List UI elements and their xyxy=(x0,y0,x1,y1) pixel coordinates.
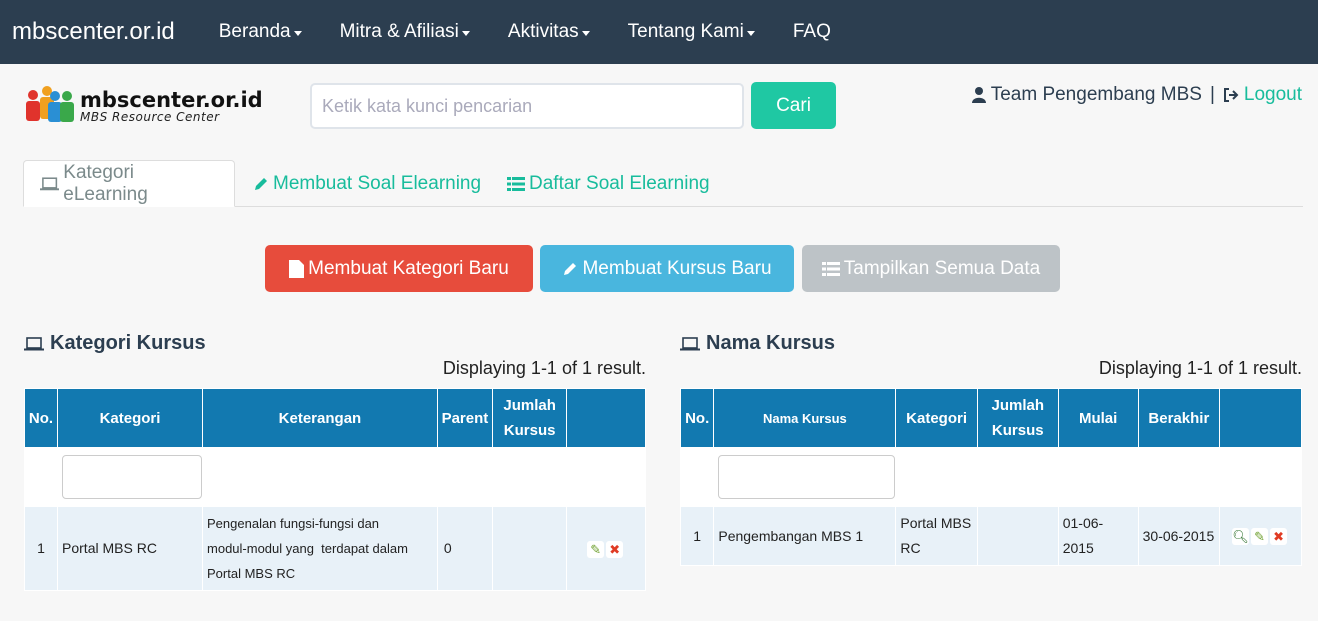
kursus-summary: Displaying 1-1 of 1 result. xyxy=(1098,358,1302,378)
nav-item-faq[interactable]: FAQ xyxy=(793,21,831,43)
filter-row xyxy=(23,447,646,507)
col-no: No. xyxy=(679,388,715,448)
user-area: Team Pengembang MBS | Logout xyxy=(971,84,1302,106)
caret-down-icon xyxy=(581,30,590,36)
cell-keterangan: Pengenalan fungsi-fungsi dan modul-modul… xyxy=(202,506,438,591)
logo-subtitle: MBS Resource Center xyxy=(80,109,220,124)
col-actions xyxy=(566,388,646,448)
kategori-table: No. Kategori Keterangan Parent Jumlah Ku… xyxy=(23,388,646,591)
col-jumlah-kursus[interactable]: Jumlah Kursus xyxy=(976,388,1059,448)
col-jumlah-kursus[interactable]: Jumlah Kursus xyxy=(491,388,568,448)
list-icon xyxy=(821,261,840,276)
kursus-table: No. Nama Kursus Kategori Jumlah Kursus M… xyxy=(679,388,1302,566)
laptop-icon xyxy=(24,336,44,350)
filter-row xyxy=(679,447,1302,507)
caret-down-icon xyxy=(461,30,470,36)
tab-daftar-soal[interactable]: Daftar Soal Elearning xyxy=(491,160,726,207)
kategori-filter-input[interactable] xyxy=(62,455,203,499)
cell-kategori: Portal MBS RC xyxy=(57,506,204,591)
cell-jumlah xyxy=(976,506,1059,566)
col-nama-kursus[interactable]: Nama Kursus xyxy=(713,388,897,448)
col-mulai[interactable]: Mulai xyxy=(1057,388,1139,448)
col-parent[interactable]: Parent xyxy=(436,388,493,448)
cell-jumlah xyxy=(491,506,568,591)
navbar-brand[interactable]: mbscenter.or.id xyxy=(12,18,175,46)
cell-kategori: Portal MBS RC xyxy=(895,506,978,566)
cell-actions: ✎ ✖ xyxy=(566,506,646,591)
col-berakhir[interactable]: Berakhir xyxy=(1137,388,1221,448)
user-icon xyxy=(971,87,986,103)
tab-kategori-elearning[interactable]: Kategori eLearning xyxy=(23,160,235,207)
col-actions xyxy=(1219,388,1302,448)
col-kategori[interactable]: Kategori xyxy=(57,388,204,448)
table-row: 1 Pengembangan MBS 1 Portal MBS RC 01-06… xyxy=(679,506,1302,566)
edit-icon[interactable]: ✎ xyxy=(1251,528,1269,546)
edit-icon[interactable]: ✎ xyxy=(587,540,605,558)
page-header: mbscenter.or.id MBS Resource Center Cari… xyxy=(0,64,1318,160)
laptop-icon xyxy=(680,336,700,350)
file-icon xyxy=(289,259,305,278)
cell-berakhir: 30-06-2015 xyxy=(1137,506,1221,566)
table-row: 1 Portal MBS RC Pengenalan fungsi-fungsi… xyxy=(23,506,646,591)
new-course-button[interactable]: Membuat Kursus Baru xyxy=(540,245,794,292)
nav-item-beranda[interactable]: Beranda xyxy=(219,21,302,43)
people-logo-icon xyxy=(26,86,74,122)
cell-nama-kursus: Pengembangan MBS 1 xyxy=(713,506,897,566)
kursus-panel-title: Nama Kursus xyxy=(680,332,835,355)
search-button[interactable]: Cari xyxy=(751,82,836,129)
col-keterangan[interactable]: Keterangan xyxy=(202,388,438,448)
tab-bar: Kategori eLearning Membuat Soal Elearnin… xyxy=(23,160,1303,207)
pencil-icon xyxy=(564,262,577,275)
separator: | xyxy=(1209,84,1215,105)
site-logo[interactable]: mbscenter.or.id MBS Resource Center xyxy=(24,84,263,128)
logout-link[interactable]: Logout xyxy=(1244,84,1302,106)
new-category-button[interactable]: Membuat Kategori Baru xyxy=(265,245,533,292)
col-no: No. xyxy=(23,388,59,448)
top-navbar: mbscenter.or.id Beranda Mitra & Afiliasi… xyxy=(0,0,1318,64)
delete-icon[interactable]: ✖ xyxy=(606,540,624,558)
kategori-panel-title: Kategori Kursus xyxy=(24,332,206,355)
nav-item-aktivitas[interactable]: Aktivitas xyxy=(508,21,590,43)
nav-item-mitra[interactable]: Mitra & Afiliasi xyxy=(340,21,470,43)
cell-parent: 0 xyxy=(436,506,493,591)
logout-icon xyxy=(1223,88,1239,102)
cell-no: 1 xyxy=(679,506,715,566)
show-all-button[interactable]: Tampilkan Semua Data xyxy=(802,245,1060,292)
kategori-summary: Displaying 1-1 of 1 result. xyxy=(442,358,646,378)
nav-item-tentang[interactable]: Tentang Kami xyxy=(628,21,755,43)
view-icon[interactable]: 🔍︎ xyxy=(1232,528,1250,546)
laptop-icon xyxy=(40,176,60,190)
cell-no: 1 xyxy=(23,506,59,591)
cell-mulai: 01-06-2015 xyxy=(1057,506,1139,566)
col-kategori[interactable]: Kategori xyxy=(895,388,978,448)
search-input[interactable] xyxy=(310,83,744,129)
nama-kursus-filter-input[interactable] xyxy=(718,455,896,499)
caret-down-icon xyxy=(293,30,302,36)
delete-icon[interactable]: ✖ xyxy=(1270,528,1288,546)
list-icon xyxy=(507,176,525,191)
tab-membuat-soal[interactable]: Membuat Soal Elearning xyxy=(237,160,497,207)
pencil-icon xyxy=(255,177,267,190)
cell-actions: 🔍︎ ✎ ✖ xyxy=(1219,506,1302,566)
logo-title: mbscenter.or.id xyxy=(80,87,263,112)
user-name[interactable]: Team Pengembang MBS xyxy=(991,84,1202,106)
caret-down-icon xyxy=(746,30,755,36)
